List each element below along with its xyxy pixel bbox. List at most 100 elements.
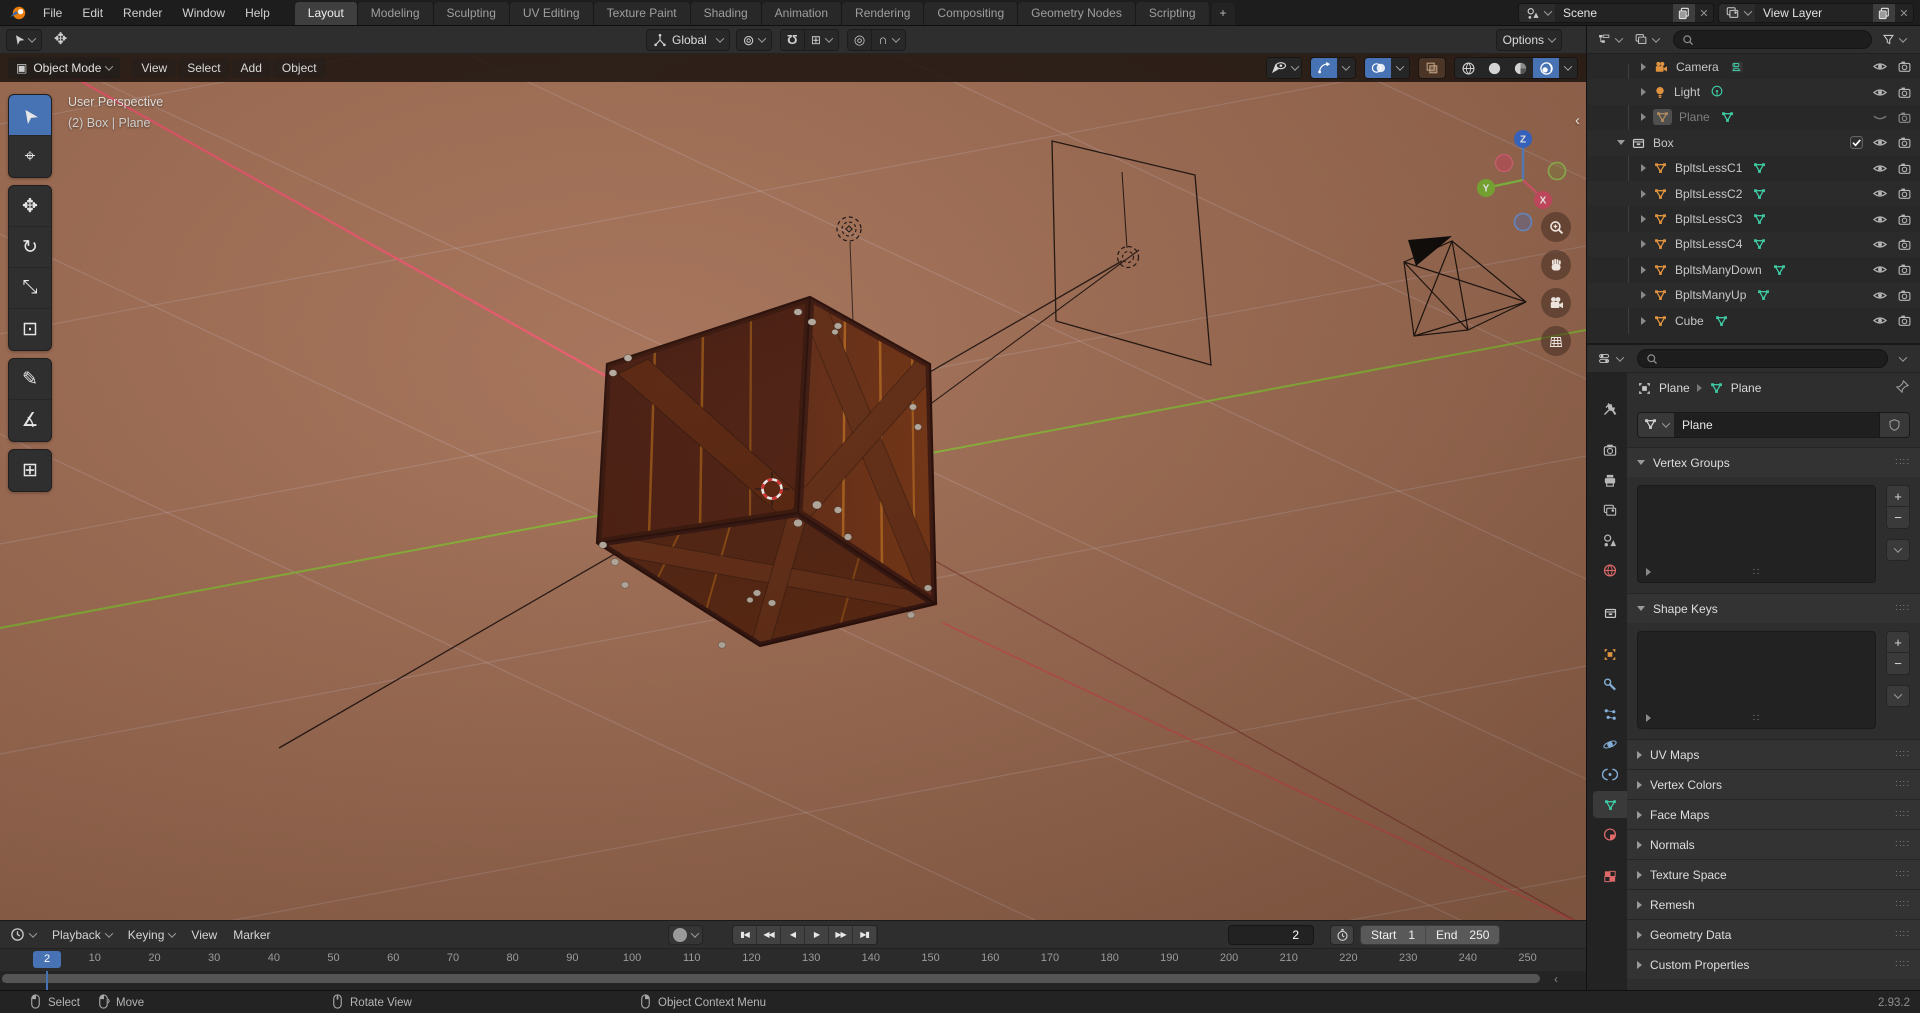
section-header-remesh[interactable]: Remesh∷∷ xyxy=(1627,890,1920,919)
active-tool-button[interactable]: ➤ xyxy=(6,29,42,51)
expand-arrow[interactable] xyxy=(1641,317,1646,325)
expand-arrow[interactable] xyxy=(1641,266,1646,274)
gizmos-toggle[interactable] xyxy=(1311,58,1337,78)
use-preview-range-button[interactable] xyxy=(1330,925,1354,945)
properties-tab-output[interactable] xyxy=(1593,467,1627,494)
eye-open-icon[interactable] xyxy=(1872,86,1888,99)
workspace-tab-rendering[interactable]: Rendering xyxy=(842,2,924,25)
frame-end-value[interactable]: 250 xyxy=(1467,926,1499,944)
keying-set-dropdown[interactable] xyxy=(691,929,699,937)
properties-tab-texture[interactable] xyxy=(1593,863,1627,890)
proportional-editing-toggle[interactable]: ◎ xyxy=(848,30,872,50)
eye-open-icon[interactable] xyxy=(1872,213,1888,226)
overlays-dropdown[interactable] xyxy=(1391,58,1409,78)
play-reverse-button[interactable]: ◀ xyxy=(781,926,805,944)
properties-tab-object[interactable] xyxy=(1593,641,1627,668)
eye-open-icon[interactable] xyxy=(1872,136,1888,149)
section-header-face-maps[interactable]: Face Maps∷∷ xyxy=(1627,800,1920,829)
workspace-tab-modeling[interactable]: Modeling xyxy=(358,2,434,25)
workspace-tab-shading[interactable]: Shading xyxy=(691,2,762,25)
mesh-name-field[interactable]: Plane xyxy=(1674,413,1879,437)
tool-scale[interactable]: ⤡ xyxy=(9,268,51,309)
render-visibility-icon[interactable] xyxy=(1897,238,1912,251)
timeline-menu-view[interactable]: View xyxy=(183,925,225,945)
tool-rotate[interactable]: ↻ xyxy=(9,227,51,268)
expand-arrow[interactable] xyxy=(1641,240,1646,248)
render-visibility-icon[interactable] xyxy=(1897,263,1912,276)
snap-toggle[interactable]: Ω xyxy=(781,30,804,50)
collection-checkbox[interactable] xyxy=(1850,136,1863,149)
blender-logo-icon[interactable] xyxy=(8,0,28,25)
eye-open-icon[interactable] xyxy=(1872,289,1888,302)
outliner-row-camera[interactable]: Camera xyxy=(1587,54,1920,79)
eye-open-icon[interactable] xyxy=(1872,187,1888,200)
section-header-vertex-groups[interactable]: Vertex Groups∷∷ xyxy=(1627,448,1920,477)
tool-measure[interactable]: ∡ xyxy=(9,400,51,441)
properties-tab-scene[interactable] xyxy=(1593,527,1627,554)
previous-keyframe-button[interactable]: ◀◀ xyxy=(757,926,781,944)
workspace-tab-animation[interactable]: Animation xyxy=(762,2,842,25)
viewport-menu-select[interactable]: Select xyxy=(178,58,229,78)
render-visibility-icon[interactable] xyxy=(1897,187,1912,200)
current-frame-indicator[interactable]: 2 xyxy=(33,951,61,968)
outliner-row-light[interactable]: Light xyxy=(1587,79,1920,104)
new-view-layer-button[interactable] xyxy=(1873,4,1895,22)
view-layer-selector[interactable]: View Layer ✕ xyxy=(1718,3,1914,23)
section-header-texture-space[interactable]: Texture Space∷∷ xyxy=(1627,860,1920,889)
tool-annotate[interactable]: ✎ xyxy=(9,359,51,400)
shading-wireframe-button[interactable] xyxy=(1455,58,1481,78)
camera-object-wireframe[interactable] xyxy=(1404,236,1526,336)
breadcrumb-object[interactable]: Plane xyxy=(1659,381,1690,395)
fake-user-shield-button[interactable] xyxy=(1879,413,1909,437)
expand-arrow[interactable] xyxy=(1641,88,1646,96)
frame-start-field[interactable]: Start xyxy=(1361,926,1406,944)
jump-to-start-button[interactable]: ▮◀ xyxy=(733,926,757,944)
shading-solid-button[interactable] xyxy=(1481,58,1507,78)
timeline-ruler[interactable]: 2102030405060708090100110120130140150160… xyxy=(0,949,1586,971)
tool-cursor[interactable]: ⌖ xyxy=(9,136,51,177)
properties-tab-render[interactable] xyxy=(1593,437,1627,464)
current-frame-field[interactable]: 2 xyxy=(1228,925,1314,945)
pin-icon[interactable] xyxy=(1895,379,1910,397)
xray-toggle[interactable] xyxy=(1419,58,1445,78)
outliner-row-plane[interactable]: Plane xyxy=(1587,105,1920,130)
breadcrumb-data[interactable]: Plane xyxy=(1731,381,1762,395)
menu-render[interactable]: Render xyxy=(114,3,171,23)
workspace-tab-texture-paint[interactable]: Texture Paint xyxy=(594,2,691,25)
new-scene-button[interactable] xyxy=(1673,4,1695,22)
tool-select-tweak[interactable]: ➤ xyxy=(9,95,51,136)
workspace-tab-geometry-nodes[interactable]: Geometry Nodes xyxy=(1018,2,1136,25)
transform-orientation-dropdown[interactable]: Global xyxy=(646,29,730,51)
menu-file[interactable]: File xyxy=(34,3,71,23)
options-dropdown[interactable]: Options xyxy=(1496,29,1562,51)
workspace-tab-uv-editing[interactable]: UV Editing xyxy=(510,2,594,25)
workspace-tab-layout[interactable]: Layout xyxy=(295,2,358,25)
expand-arrow[interactable] xyxy=(1641,190,1646,198)
gizmos-dropdown[interactable] xyxy=(1337,58,1355,78)
eye-open-icon[interactable] xyxy=(1872,263,1888,276)
snap-settings-dropdown[interactable]: ⊞ xyxy=(805,30,838,50)
properties-tab-constraints[interactable] xyxy=(1593,761,1627,788)
eye-closed-icon[interactable] xyxy=(1872,111,1888,124)
mesh-browse-dropdown[interactable] xyxy=(1638,413,1674,437)
outliner-editor-type-button[interactable] xyxy=(1593,30,1626,50)
eye-open-icon[interactable] xyxy=(1872,314,1888,327)
outliner-row-box[interactable]: Box xyxy=(1587,130,1920,155)
timeline-menu-playback[interactable]: Playback xyxy=(44,925,120,945)
render-visibility-icon[interactable] xyxy=(1897,213,1912,226)
render-visibility-icon[interactable] xyxy=(1897,314,1912,327)
properties-options-dropdown[interactable] xyxy=(1894,349,1910,369)
timeline-scrollbar[interactable] xyxy=(2,974,1540,983)
camera-view-button[interactable] xyxy=(1541,288,1571,318)
sidebar-collapse-arrow[interactable]: ‹ xyxy=(1575,112,1580,129)
overlays-toggle[interactable] xyxy=(1365,58,1391,78)
properties-tab-physics[interactable] xyxy=(1593,731,1627,758)
section-header-geometry-data[interactable]: Geometry Data∷∷ xyxy=(1627,920,1920,949)
unlink-scene-button[interactable]: ✕ xyxy=(1695,4,1713,22)
section-header-uv-maps[interactable]: UV Maps∷∷ xyxy=(1627,740,1920,769)
timeline-menu-keying[interactable]: Keying xyxy=(120,925,184,945)
expand-arrow[interactable] xyxy=(1641,113,1646,121)
specials-dropdown[interactable] xyxy=(1886,539,1910,561)
pivot-point-dropdown[interactable]: ⊚ xyxy=(736,29,773,51)
proportional-falloff-dropdown[interactable]: ∩ xyxy=(872,30,904,50)
